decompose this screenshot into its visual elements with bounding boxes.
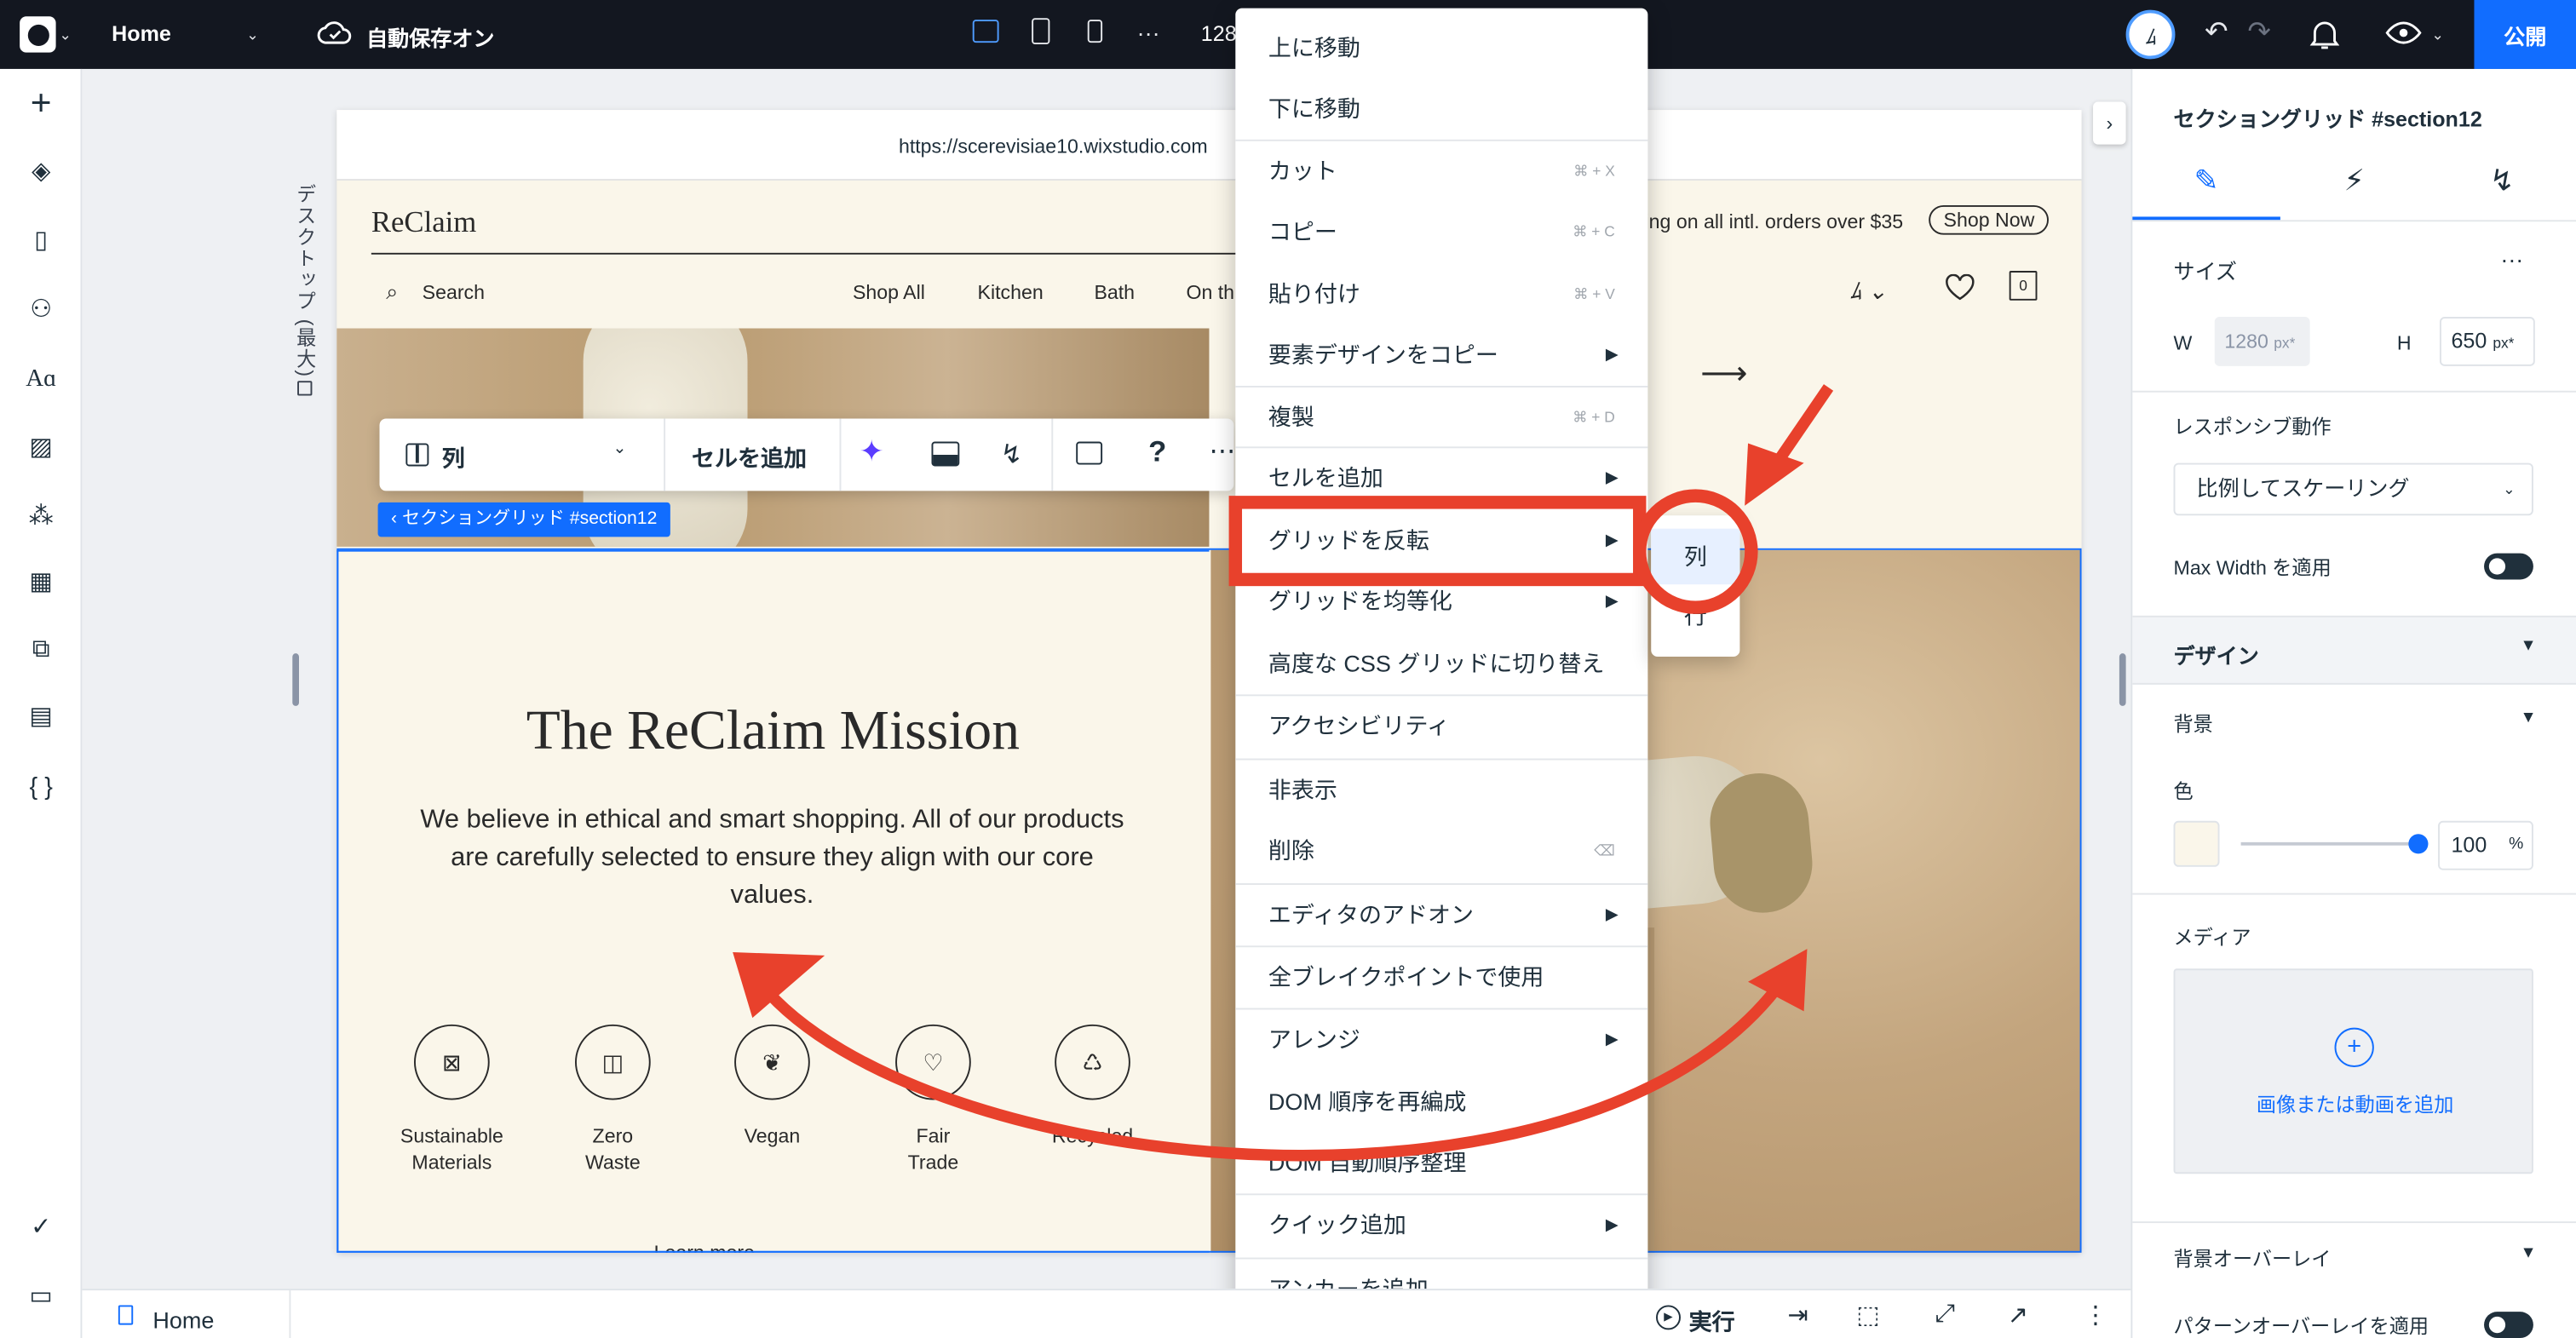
annotation-overlay [733, 384, 1834, 1162]
